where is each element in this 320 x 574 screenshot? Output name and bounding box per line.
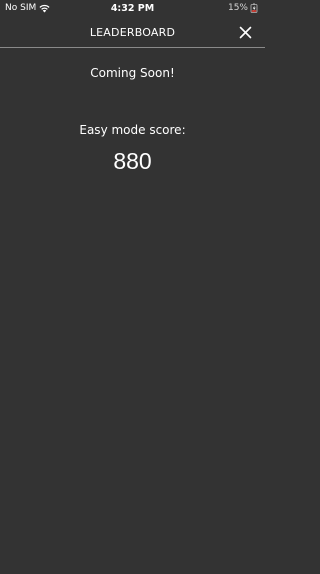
status-bar: No SIM 4:32 PM 15% <box>0 0 265 18</box>
close-button[interactable] <box>239 26 252 39</box>
status-time: 4:32 PM <box>110 3 155 14</box>
close-icon <box>239 26 252 39</box>
battery-percent: 15% <box>227 3 248 13</box>
battery-charging-icon <box>250 3 258 13</box>
status-right: 15% <box>228 3 259 13</box>
nav-bar: LEADERBOARD <box>0 18 265 48</box>
score-label: Easy mode score: <box>79 123 186 137</box>
page-title: LEADERBOARD <box>89 26 176 39</box>
score-value: 880 <box>113 148 152 174</box>
coming-soon-message: Coming Soon! <box>90 66 175 80</box>
